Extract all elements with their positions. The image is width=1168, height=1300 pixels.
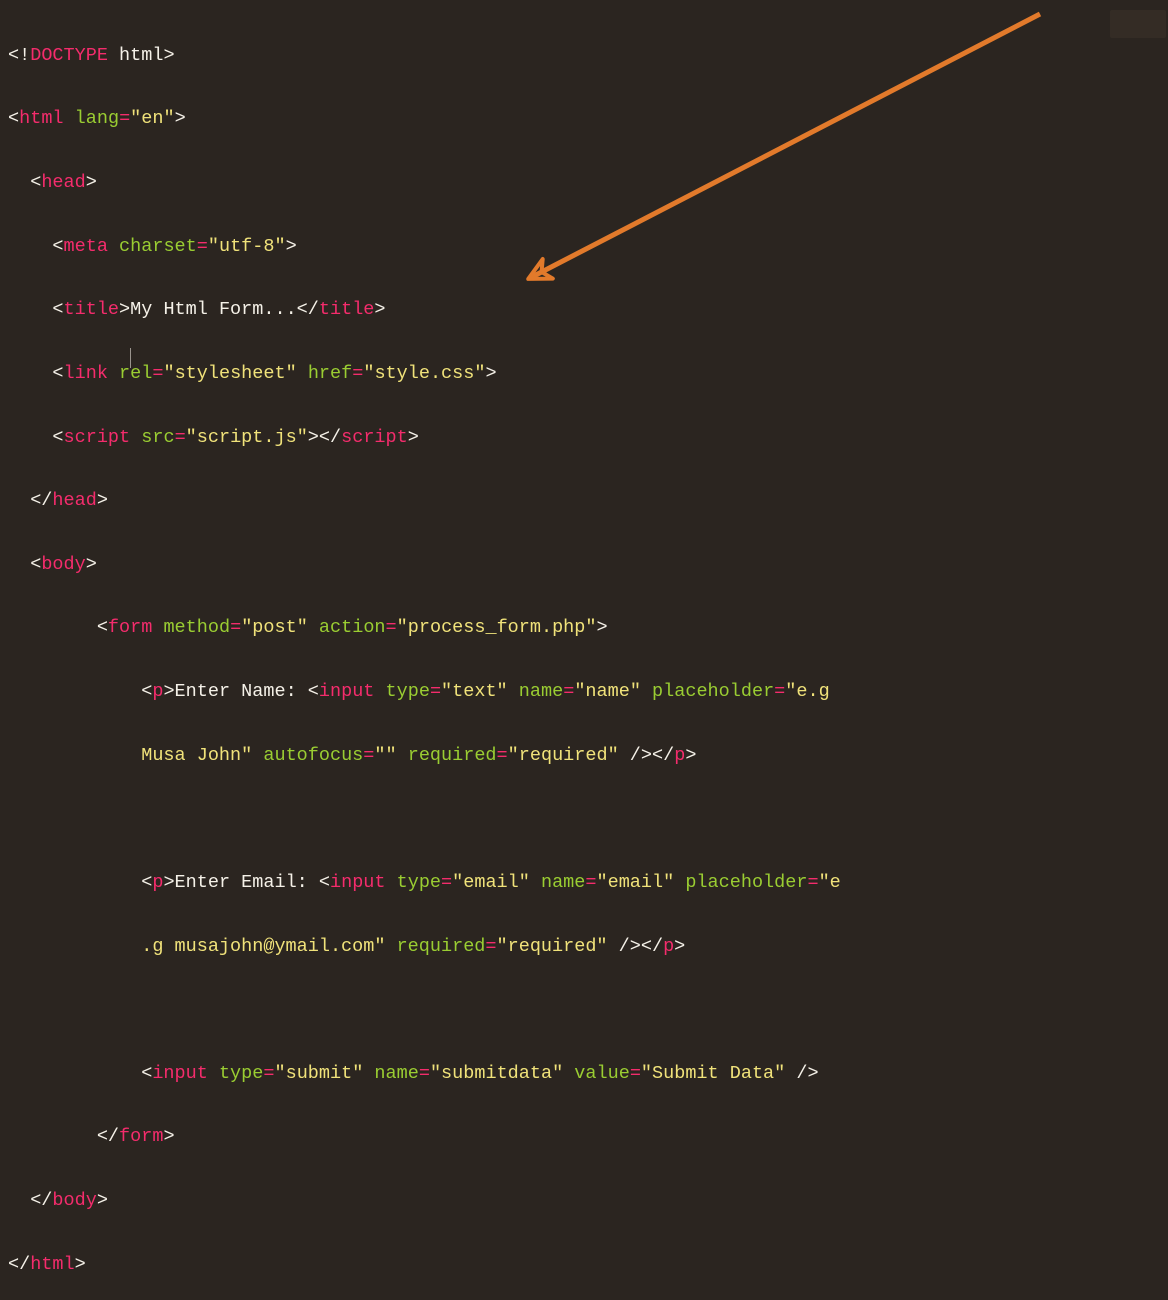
- minimap[interactable]: [1110, 10, 1166, 38]
- code-line: </head>: [8, 485, 1168, 517]
- code-line: <html lang="en">: [8, 103, 1168, 135]
- code-line: .g musajohn@ymail.com" required="require…: [8, 931, 1168, 963]
- code-line: <title>My Html Form...</title>: [8, 294, 1168, 326]
- code-line: <p>Enter Name: <input type="text" name="…: [8, 676, 1168, 708]
- code-line: <p>Enter Email: <input type="email" name…: [8, 867, 1168, 899]
- code-line: <meta charset="utf-8">: [8, 231, 1168, 263]
- code-line: <body>: [8, 549, 1168, 581]
- code-line: <head>: [8, 167, 1168, 199]
- code-line: Musa John" autofocus="" required="requir…: [8, 740, 1168, 772]
- code-line: </form>: [8, 1121, 1168, 1153]
- text-cursor: [130, 348, 131, 368]
- code-line: </html>: [8, 1249, 1168, 1281]
- code-line: <input type="submit" name="submitdata" v…: [8, 1058, 1168, 1090]
- code-line: <form method="post" action="process_form…: [8, 612, 1168, 644]
- blank-line: [8, 803, 1168, 835]
- code-line: </body>: [8, 1185, 1168, 1217]
- code-editor[interactable]: <!DOCTYPE html> <html lang="en"> <head> …: [0, 0, 1168, 1300]
- code-line: <!DOCTYPE html>: [8, 40, 1168, 72]
- code-line: <link rel="stylesheet" href="style.css">: [8, 358, 1168, 390]
- code-line: <script src="script.js"></script>: [8, 422, 1168, 454]
- blank-line: [8, 994, 1168, 1026]
